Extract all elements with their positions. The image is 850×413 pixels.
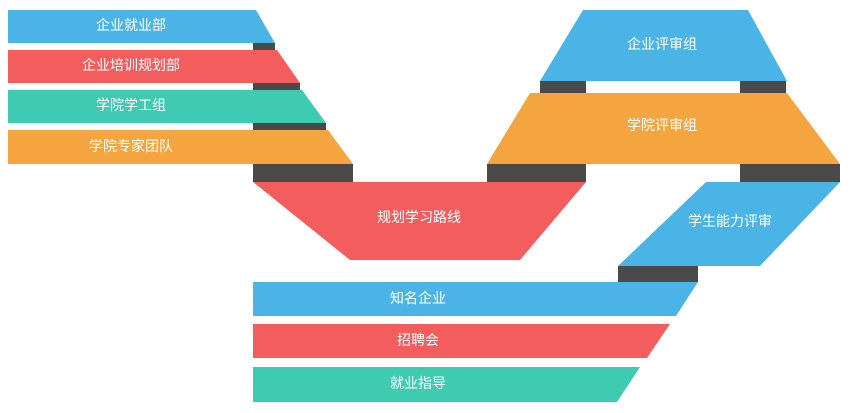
right-connector-2b [740, 164, 840, 182]
bottom-band-3-shape [253, 367, 640, 402]
center-node: 规划学习路线 [253, 182, 586, 260]
right-connector-2a [487, 164, 586, 182]
left-stack: 企业就业部 企业培训规划部 学院学工组 学院专家团队 [8, 10, 353, 182]
left-connector-3 [253, 123, 326, 130]
bottom-band-3-label: 就业指导 [390, 376, 446, 392]
left-band-2-label: 企业培训规划部 [82, 57, 180, 74]
right-stack: 企业评审组 学院评审组 [487, 10, 840, 182]
assessment-connector [618, 266, 698, 282]
right-connector-1a [540, 81, 586, 93]
left-band-3-label: 学院学工组 [96, 98, 166, 114]
right-connector-1b [740, 81, 786, 93]
bottom-stack: 知名企业 招聘会 就业指导 [253, 282, 698, 402]
right-trap-1-label: 企业评审组 [627, 36, 697, 53]
bottom-band-1-label: 知名企业 [390, 290, 446, 307]
diagram-canvas: 企业就业部 企业培训规划部 学院学工组 学院专家团队 规划学习路线 企业评审组 … [8, 10, 840, 402]
center-funnel-label: 规划学习路线 [377, 210, 461, 226]
left-band-4-shape [8, 130, 353, 164]
assessment-node: 学生能力评审 [618, 182, 840, 282]
right-trap-2-label: 学院评审组 [627, 118, 697, 134]
bottom-band-2-shape [253, 324, 670, 358]
left-connector-4 [253, 164, 353, 182]
assessment-label: 学生能力评审 [688, 214, 772, 230]
bottom-band-1-shape [253, 282, 698, 316]
flow-diagram: 企业就业部 企业培训规划部 学院学工组 学院专家团队 规划学习路线 企业评审组 … [0, 0, 850, 413]
left-connector-1 [253, 43, 275, 50]
left-band-3-shape [8, 90, 326, 123]
left-connector-2 [253, 83, 300, 90]
left-band-1-label: 企业就业部 [96, 17, 166, 34]
left-band-4-label: 学院专家团队 [89, 138, 173, 155]
bottom-band-2-label: 招聘会 [397, 333, 439, 349]
